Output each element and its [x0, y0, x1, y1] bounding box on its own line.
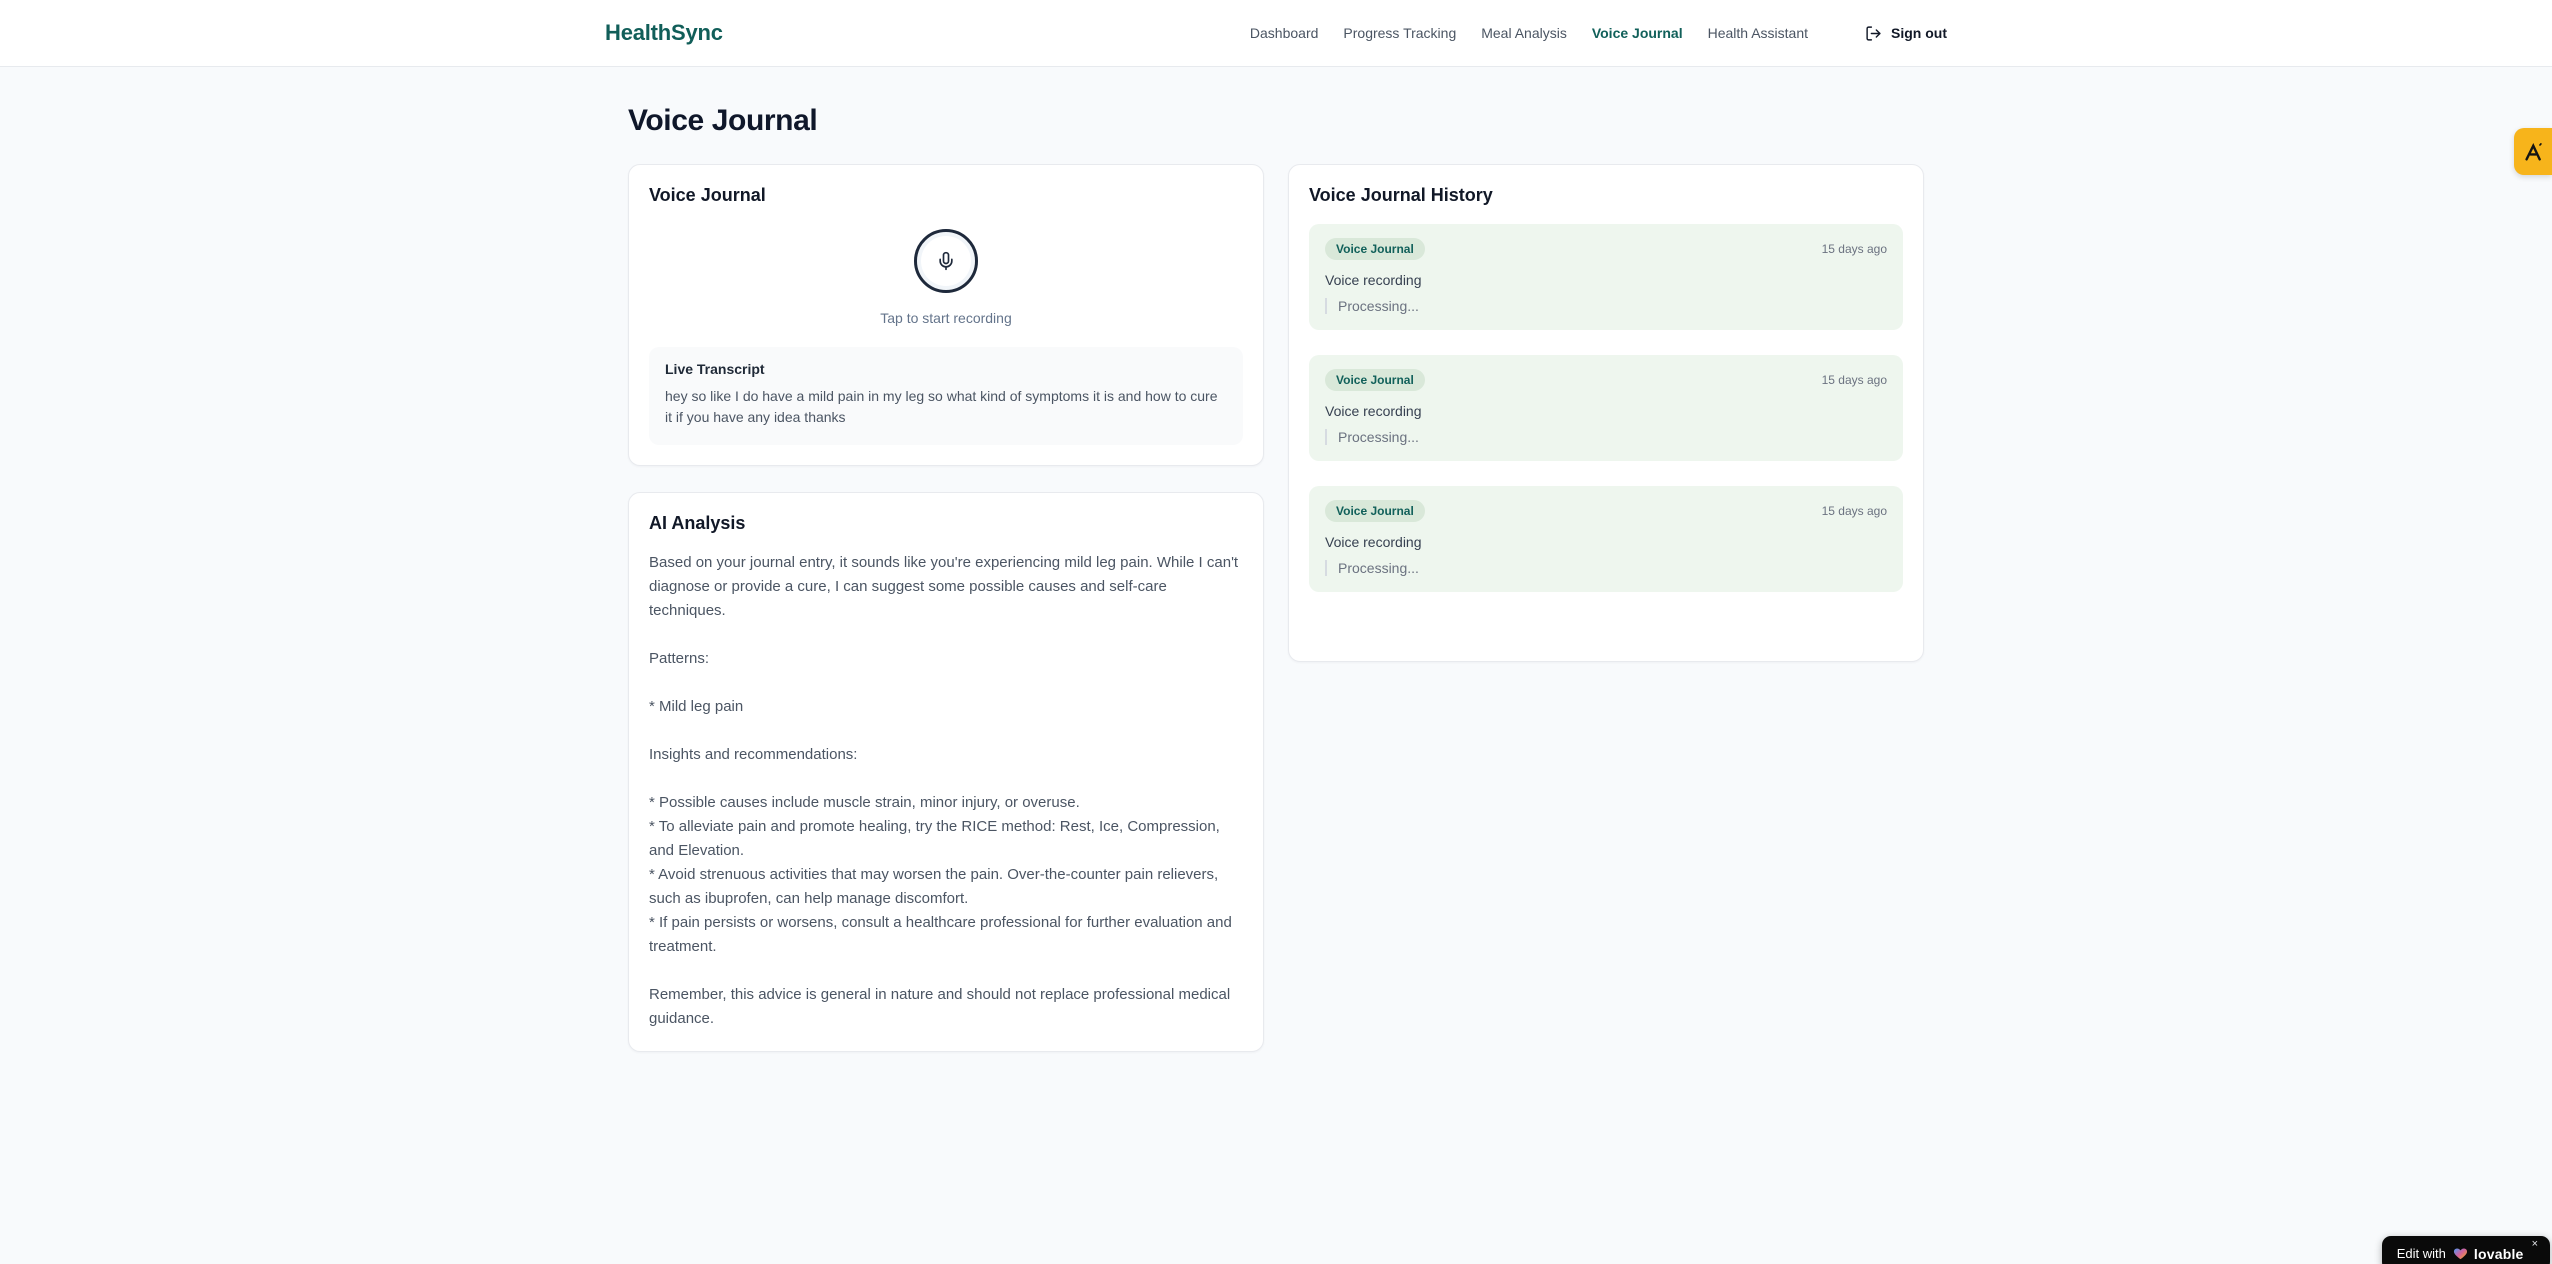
lovable-heart-icon	[2453, 1246, 2468, 1261]
top-navbar: HealthSync Dashboard Progress Tracking M…	[0, 0, 2552, 67]
voice-recorder-card: Voice Journal Tap to start recording Liv…	[628, 164, 1264, 466]
history-entry-list: Voice Journal 15 days ago Voice recordin…	[1309, 224, 1903, 592]
voice-journal-history-card: Voice Journal History Voice Journal 15 d…	[1288, 164, 1924, 662]
sign-out-label: Sign out	[1891, 25, 1947, 41]
right-column: Voice Journal History Voice Journal 15 d…	[1288, 164, 1924, 662]
ai-analysis-card: AI Analysis Based on your journal entry,…	[628, 492, 1264, 1052]
entry-label: Voice recording	[1325, 403, 1422, 419]
page-title: Voice Journal	[628, 104, 818, 137]
entry-status: Processing...	[1325, 560, 1887, 576]
recorder-card-title: Voice Journal	[649, 185, 766, 205]
history-entry[interactable]: Voice Journal 15 days ago Voice recordin…	[1309, 224, 1903, 330]
ai-analysis-body: Based on your journal entry, it sounds l…	[649, 554, 1239, 1027]
nav-item-progress-tracking[interactable]: Progress Tracking	[1343, 25, 1456, 41]
entry-label: Voice recording	[1325, 272, 1422, 288]
microphone-icon	[936, 251, 956, 271]
live-transcript-text: hey so like I do have a mild pain in my …	[665, 388, 1218, 425]
nav-item-dashboard[interactable]: Dashboard	[1250, 25, 1319, 41]
live-transcript-title: Live Transcript	[665, 361, 765, 377]
history-card-title: Voice Journal History	[1309, 185, 1493, 205]
logout-icon	[1865, 25, 1882, 42]
nav-item-health-assistant[interactable]: Health Assistant	[1708, 25, 1808, 41]
app-logo[interactable]: HealthSync	[605, 20, 723, 46]
entry-type-badge: Voice Journal	[1325, 238, 1425, 260]
entry-timestamp: 15 days ago	[1821, 504, 1887, 518]
entry-status: Processing...	[1325, 298, 1887, 314]
main-content: Voice Journal Voice Journal Tap to start…	[628, 67, 1924, 1052]
nav-item-meal-analysis[interactable]: Meal Analysis	[1481, 25, 1567, 41]
entry-type-badge: Voice Journal	[1325, 500, 1425, 522]
amber-a-logo-icon	[2522, 141, 2544, 163]
live-transcript-box: Live Transcript hey so like I do have a …	[649, 347, 1243, 445]
ai-analysis-title: AI Analysis	[649, 513, 746, 533]
tap-to-record-hint: Tap to start recording	[880, 310, 1012, 326]
history-entry[interactable]: Voice Journal 15 days ago Voice recordin…	[1309, 486, 1903, 592]
entry-timestamp: 15 days ago	[1821, 242, 1887, 256]
left-column: Voice Journal Tap to start recording Liv…	[628, 164, 1264, 1052]
entry-label: Voice recording	[1325, 534, 1422, 550]
history-entry[interactable]: Voice Journal 15 days ago Voice recordin…	[1309, 355, 1903, 461]
side-widget-button[interactable]	[2514, 128, 2552, 175]
entry-timestamp: 15 days ago	[1821, 373, 1887, 387]
nav-item-voice-journal[interactable]: Voice Journal	[1592, 25, 1683, 41]
edit-with-lovable-badge[interactable]: Edit with lovable ×	[2381, 1236, 2550, 1264]
close-icon[interactable]: ×	[2532, 1239, 2538, 1250]
main-nav: Dashboard Progress Tracking Meal Analysi…	[1250, 25, 1947, 42]
entry-type-badge: Voice Journal	[1325, 369, 1425, 391]
lovable-badge-prefix: Edit with	[2396, 1246, 2446, 1261]
entry-status: Processing...	[1325, 429, 1887, 445]
lovable-brand-label: lovable	[2473, 1245, 2524, 1262]
sign-out-button[interactable]: Sign out	[1865, 25, 1947, 42]
record-button[interactable]	[914, 229, 978, 293]
